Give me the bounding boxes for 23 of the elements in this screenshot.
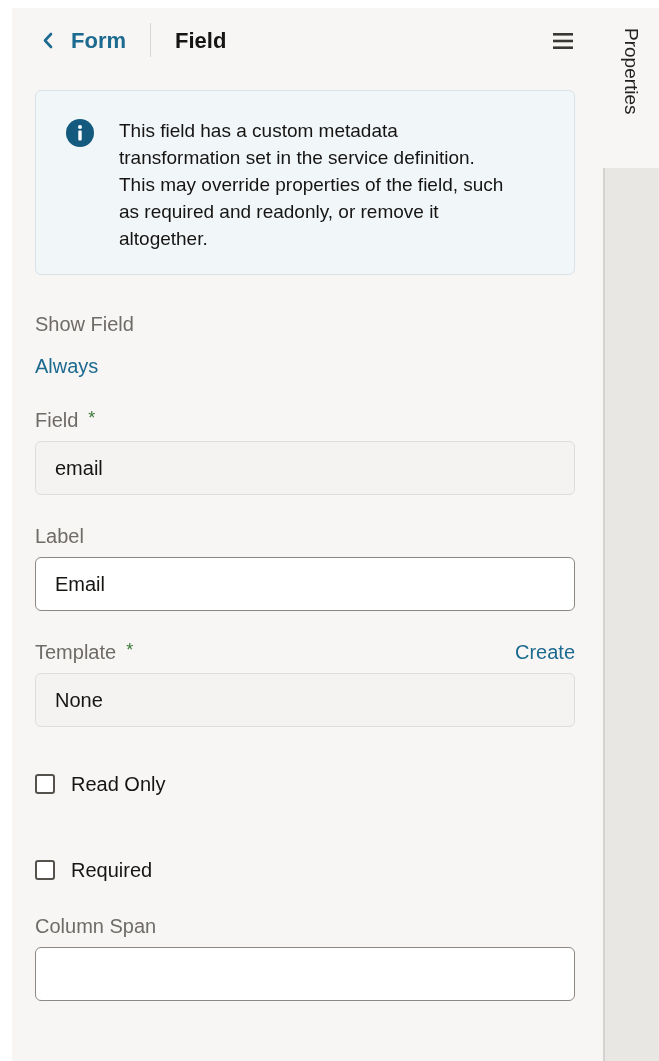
checkbox[interactable] xyxy=(35,860,55,880)
checkbox[interactable] xyxy=(35,774,55,794)
back-link[interactable]: Form xyxy=(35,23,126,57)
input-field[interactable]: Email xyxy=(35,557,575,611)
field-label: Label xyxy=(35,524,84,549)
create-link[interactable]: Create xyxy=(514,637,575,667)
panel-title: Field xyxy=(175,26,227,55)
required-mark: * xyxy=(126,639,134,662)
notice-text: This field has a custom metadata transformation set in the service definition. This may override properties of the field, such as required and readonly, or remove it altogether. xyxy=(119,119,505,251)
input-field[interactable]: email xyxy=(35,441,575,495)
field-label: Template xyxy=(35,640,117,665)
checkbox-label: Required xyxy=(71,858,153,883)
field-label: Field xyxy=(35,408,79,433)
field-label: Show Field xyxy=(35,312,135,337)
chevron-left-icon xyxy=(42,31,53,49)
menu-icon xyxy=(553,31,573,50)
field-label: Column Span xyxy=(35,914,157,939)
required-mark: * xyxy=(88,407,96,430)
info-icon xyxy=(66,119,94,147)
input-field[interactable]: None xyxy=(35,673,575,727)
input-field[interactable] xyxy=(35,947,575,1001)
checkbox-label: Read Only xyxy=(71,772,166,797)
show-field-link[interactable]: Always xyxy=(35,355,99,377)
